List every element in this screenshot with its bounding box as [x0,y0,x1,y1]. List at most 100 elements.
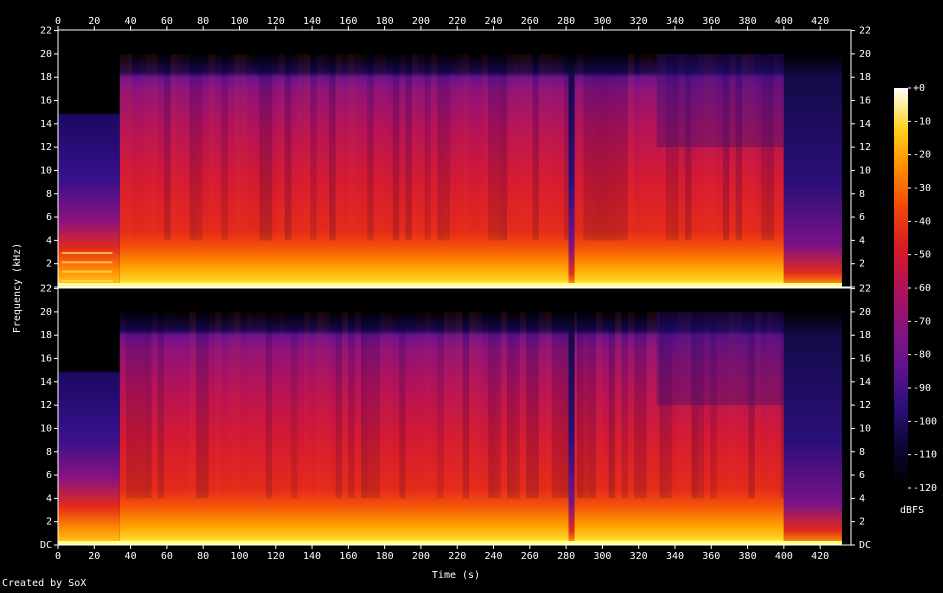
spectral-texture [456,53,463,241]
spectral-texture [431,312,437,498]
spectral-texture [399,53,406,241]
colorbar-tick-label: -40 [913,216,931,227]
spectral-texture [589,53,597,241]
y-tick-label: 2 [46,259,52,270]
spectral-texture [513,53,520,241]
spectral-texture [157,311,165,499]
spectral-texture [189,53,196,241]
y-tick-label: 10 [859,423,871,434]
harmonic-band [61,280,113,283]
spectral-texture [627,53,635,241]
x-tick-label: 320 [630,551,648,562]
y-tick-label: 18 [859,330,871,341]
spectral-texture [348,53,355,241]
spectral-texture [297,53,304,241]
y-tick-label: 4 [859,493,865,504]
y-tick-label: 16 [859,354,871,365]
spectral-texture [532,53,539,241]
spectral-texture [462,53,470,241]
spectral-texture [177,312,183,498]
spectral-texture [373,311,381,499]
x-tick-label: 60 [161,16,173,27]
spectral-texture [234,53,241,241]
y-tick-label: 18 [859,72,871,83]
spectral-texture [418,53,425,241]
spectral-texture [615,53,622,241]
x-tick-label: 220 [448,551,466,562]
spectral-texture [335,311,342,499]
spectral-texture [621,53,628,241]
spectral-texture [380,53,387,241]
x-tick-label: 200 [412,551,430,562]
channel-panel [57,287,852,546]
spectral-texture [189,311,196,499]
spectral-texture [488,53,495,241]
x-axis-label: Time (s) [432,570,480,581]
spectral-texture [494,311,501,499]
spectral-texture [557,53,565,241]
spectral-texture [469,311,476,499]
y-tick-label: 6 [859,212,865,223]
spectral-texture [151,311,158,499]
spectrogram-panels [57,29,852,546]
spectral-texture [176,53,184,241]
y-tick-label: 4 [46,493,52,504]
spectral-texture [367,53,374,241]
y-tick-label: 8 [859,447,865,458]
y-tick-label: 6 [46,470,52,481]
y-tick-label: 12 [40,400,52,411]
y-tick-label: 2 [46,517,52,528]
spectral-texture [519,311,527,499]
spectral-texture [596,311,603,499]
harmonic-band [61,270,113,273]
colorbar-tick-label: -70 [913,316,931,327]
colorbar-tick-label: -60 [913,283,931,294]
spectral-texture [443,311,450,499]
spectral-texture [265,311,273,499]
spectral-texture [246,311,254,499]
y-tick-label: 8 [859,189,865,200]
y-tick-label: 14 [40,377,52,388]
spectral-texture [234,311,241,499]
spectral-texture [519,53,527,241]
spectral-texture [469,54,475,240]
y-tick-label: 12 [40,142,52,153]
spectral-texture [430,53,438,241]
x-tick-label: 160 [339,551,357,562]
x-tick-label: 140 [303,551,321,562]
colorbar-tick-label: -50 [913,250,931,261]
spectral-texture [380,311,387,499]
spectral-texture [138,53,146,241]
spectral-texture [126,311,133,499]
y-tick-label: 14 [859,119,871,130]
spectral-texture [551,53,558,241]
spectral-texture [507,311,514,499]
spectral-texture [412,312,418,498]
x-tick-label: 0 [55,551,61,562]
spectral-texture [557,311,565,499]
spectral-texture [526,311,533,499]
spectral-texture [316,311,323,499]
spectral-texture [253,311,260,499]
spectral-texture [583,53,590,241]
x-tick-label: 140 [303,16,321,27]
spectral-texture [500,311,508,499]
x-tick-label: 40 [125,551,137,562]
x-tick-label: 20 [88,551,100,562]
spectral-texture [596,53,603,241]
x-tick-label: 180 [376,551,394,562]
spectral-texture [265,53,273,241]
spectral-texture [164,312,170,498]
x-tick-label: 200 [412,16,430,27]
spectral-texture [475,54,481,240]
y-tick-label: 12 [859,142,871,153]
colorbar-label: dBFS [900,505,924,516]
y-tick-label: 6 [859,470,865,481]
x-tick-label: 260 [521,16,539,27]
x-tick-label: 240 [484,551,502,562]
y-tick-label: 16 [40,354,52,365]
spectral-texture [386,311,393,499]
spectral-texture [145,53,152,241]
spectral-texture [602,53,609,241]
spectral-texture [221,312,227,498]
